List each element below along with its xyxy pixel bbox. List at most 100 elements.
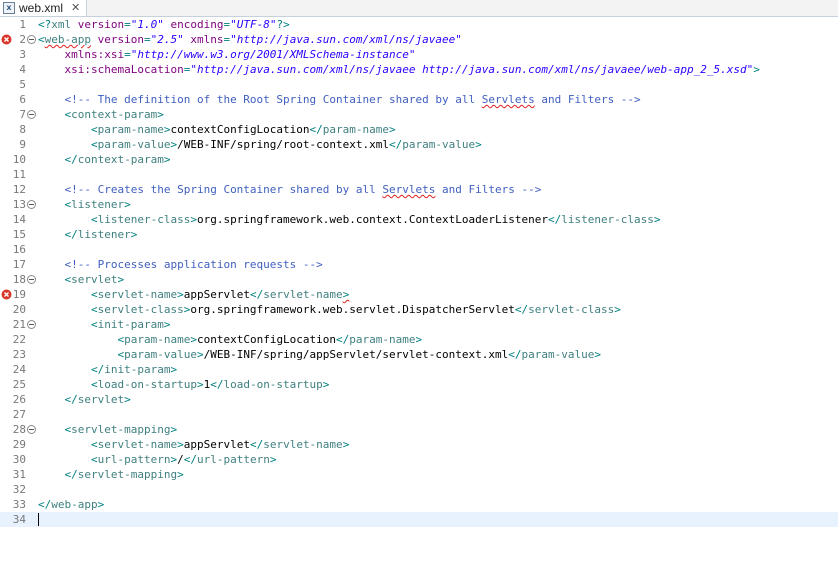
code-token: > <box>614 303 621 316</box>
code-token: </ <box>309 123 323 136</box>
code-line[interactable]: 7 <context-param> <box>0 107 838 122</box>
code-line[interactable]: 6 <!-- The definition of the Root Spring… <box>0 92 838 107</box>
code-text[interactable]: <!-- Processes application requests --> <box>38 257 323 272</box>
code-line[interactable]: 17 <!-- Processes application requests -… <box>0 257 838 272</box>
code-text[interactable]: <web-app version="2.5" xmlns="http://jav… <box>38 32 462 47</box>
code-text[interactable]: <servlet-name>appServlet</servlet-name> <box>38 287 349 302</box>
code-token: and Filters --> <box>435 183 542 196</box>
code-line[interactable]: 24 </init-param> <box>0 362 838 377</box>
code-text[interactable]: </listener> <box>38 227 138 242</box>
code-editor[interactable]: 1 <?xml version="1.0" encoding="UTF-8"?> 2… <box>0 17 838 561</box>
code-text[interactable]: <?xml version="1.0" encoding="UTF-8"?> <box>38 17 290 32</box>
code-token: init-param <box>104 363 171 376</box>
code-text[interactable]: <!-- Creates the Spring Container shared… <box>38 182 542 197</box>
code-line[interactable]: 12 <!-- Creates the Spring Container sha… <box>0 182 838 197</box>
code-line[interactable]: 30 <url-pattern>/</url-pattern> <box>0 452 838 467</box>
code-text[interactable]: <param-value>/WEB-INF/spring/appServlet/… <box>38 347 600 362</box>
code-text[interactable]: <url-pattern>/</url-pattern> <box>38 452 276 467</box>
code-token: < <box>90 288 98 301</box>
line-number: 29 <box>12 438 26 451</box>
code-line[interactable]: 16 <box>0 242 838 257</box>
code-text[interactable]: <servlet-name>appServlet</servlet-name> <box>38 437 349 452</box>
code-text[interactable]: <init-param> <box>38 317 170 332</box>
code-text[interactable]: <servlet> <box>38 272 125 287</box>
code-line[interactable]: 5 <box>0 77 838 92</box>
code-text[interactable]: <servlet-mapping> <box>38 422 178 437</box>
code-line[interactable]: 28 <servlet-mapping> <box>0 422 838 437</box>
code-line[interactable]: 22 <param-name>contextConfigLocation</pa… <box>0 332 838 347</box>
code-line[interactable]: 10 </context-param> <box>0 152 838 167</box>
code-line[interactable]: 25 <load-on-startup>1</load-on-startup> <box>0 377 838 392</box>
code-token: > <box>389 123 396 136</box>
line-number: 32 <box>12 483 26 496</box>
code-text[interactable]: <!-- The definition of the Root Spring C… <box>38 92 641 107</box>
tab-title: web.xml <box>19 1 64 15</box>
close-icon[interactable]: ✕ <box>71 2 80 14</box>
code-token: param-value <box>402 138 476 151</box>
fold-collapse-icon[interactable] <box>27 35 36 44</box>
code-text[interactable]: <param-name>contextConfigLocation</param… <box>38 122 396 137</box>
code-line[interactable]: 34 <box>0 512 838 527</box>
code-text[interactable]: <listener-class>org.springframework.web.… <box>38 212 661 227</box>
code-token: </ <box>64 228 78 241</box>
code-token: <!-- The definition of the Root Spring C… <box>64 93 482 106</box>
code-text[interactable]: <param-name>contextConfigLocation</param… <box>38 332 422 347</box>
code-line[interactable]: 31 </servlet-mapping> <box>0 467 838 482</box>
code-text[interactable]: </context-param> <box>38 152 171 167</box>
code-text[interactable]: xsi:schemaLocation="http://java.sun.com/… <box>38 62 760 77</box>
code-text[interactable]: xmlns:xsi="http://www.w3.org/2001/XMLSch… <box>38 47 416 62</box>
code-text[interactable]: <listener> <box>38 197 131 212</box>
code-token: version <box>77 18 125 31</box>
code-token: param-name <box>322 123 390 136</box>
code-line[interactable]: 18 <servlet> <box>0 272 838 287</box>
code-token: > <box>177 468 184 481</box>
code-line[interactable]: 13 <listener> <box>0 197 838 212</box>
code-text[interactable]: </servlet-mapping> <box>38 467 184 482</box>
code-token: "2.5" <box>150 33 184 46</box>
code-text[interactable]: <context-param> <box>38 107 164 122</box>
code-line[interactable]: 8 <param-name>contextConfigLocation</par… <box>0 122 838 137</box>
code-line[interactable]: 2 <web-app version="2.5" xmlns="http://ja… <box>0 32 838 47</box>
code-line[interactable]: 32 <box>0 482 838 497</box>
code-text[interactable]: </init-param> <box>38 362 177 377</box>
code-line[interactable]: 11 <box>0 167 838 182</box>
fold-collapse-icon[interactable] <box>27 110 36 119</box>
fold-collapse-icon[interactable] <box>27 275 36 284</box>
code-line[interactable]: 21 <init-param> <box>0 317 838 332</box>
code-line[interactable]: 20 <servlet-class>org.springframework.we… <box>0 302 838 317</box>
code-text[interactable]: <param-value>/WEB-INF/spring/root-contex… <box>38 137 482 152</box>
text-caret <box>38 513 39 526</box>
code-line[interactable]: 1 <?xml version="1.0" encoding="UTF-8"?> <box>0 17 838 32</box>
code-line[interactable]: 19 <servlet-name>appServlet</servlet-nam… <box>0 287 838 302</box>
code-token: = <box>143 33 151 46</box>
code-line[interactable]: 4 xsi:schemaLocation="http://java.sun.co… <box>0 62 838 77</box>
code-line[interactable]: 14 <listener-class>org.springframework.w… <box>0 212 838 227</box>
code-token: </ <box>64 153 78 166</box>
code-text[interactable]: <load-on-startup>1</load-on-startup> <box>38 377 329 392</box>
line-number: 25 <box>12 378 26 391</box>
code-line[interactable]: 27 <box>0 407 838 422</box>
code-text[interactable]: </web-app> <box>38 497 104 512</box>
fold-collapse-icon[interactable] <box>27 320 36 329</box>
code-text[interactable]: <servlet-class>org.springframework.web.s… <box>38 302 621 317</box>
code-text[interactable]: </servlet> <box>38 392 131 407</box>
code-line[interactable]: 26 </servlet> <box>0 392 838 407</box>
code-line[interactable]: 29 <servlet-name>appServlet</servlet-nam… <box>0 437 838 452</box>
fold-collapse-icon[interactable] <box>27 200 36 209</box>
code-line[interactable]: 23 <param-value>/WEB-INF/spring/appServl… <box>0 347 838 362</box>
code-token: </ <box>64 468 78 481</box>
line-number: 21 <box>12 318 26 331</box>
code-token: servlet <box>71 273 118 286</box>
code-line[interactable]: 15 </listener> <box>0 227 838 242</box>
code-token: </ <box>38 498 52 511</box>
tab-web-xml[interactable]: x web.xml ✕ <box>0 0 87 16</box>
code-line[interactable]: 33 </web-app> <box>0 497 838 512</box>
code-line[interactable]: 3 xmlns:xsi="http://www.w3.org/2001/XMLS… <box>0 47 838 62</box>
code-token: < <box>90 318 98 331</box>
code-token: xmlns:xsi <box>64 48 125 61</box>
fold-collapse-icon[interactable] <box>27 425 36 434</box>
code-line[interactable]: 9 <param-value>/WEB-INF/spring/root-cont… <box>0 137 838 152</box>
code-token: > <box>177 288 184 301</box>
